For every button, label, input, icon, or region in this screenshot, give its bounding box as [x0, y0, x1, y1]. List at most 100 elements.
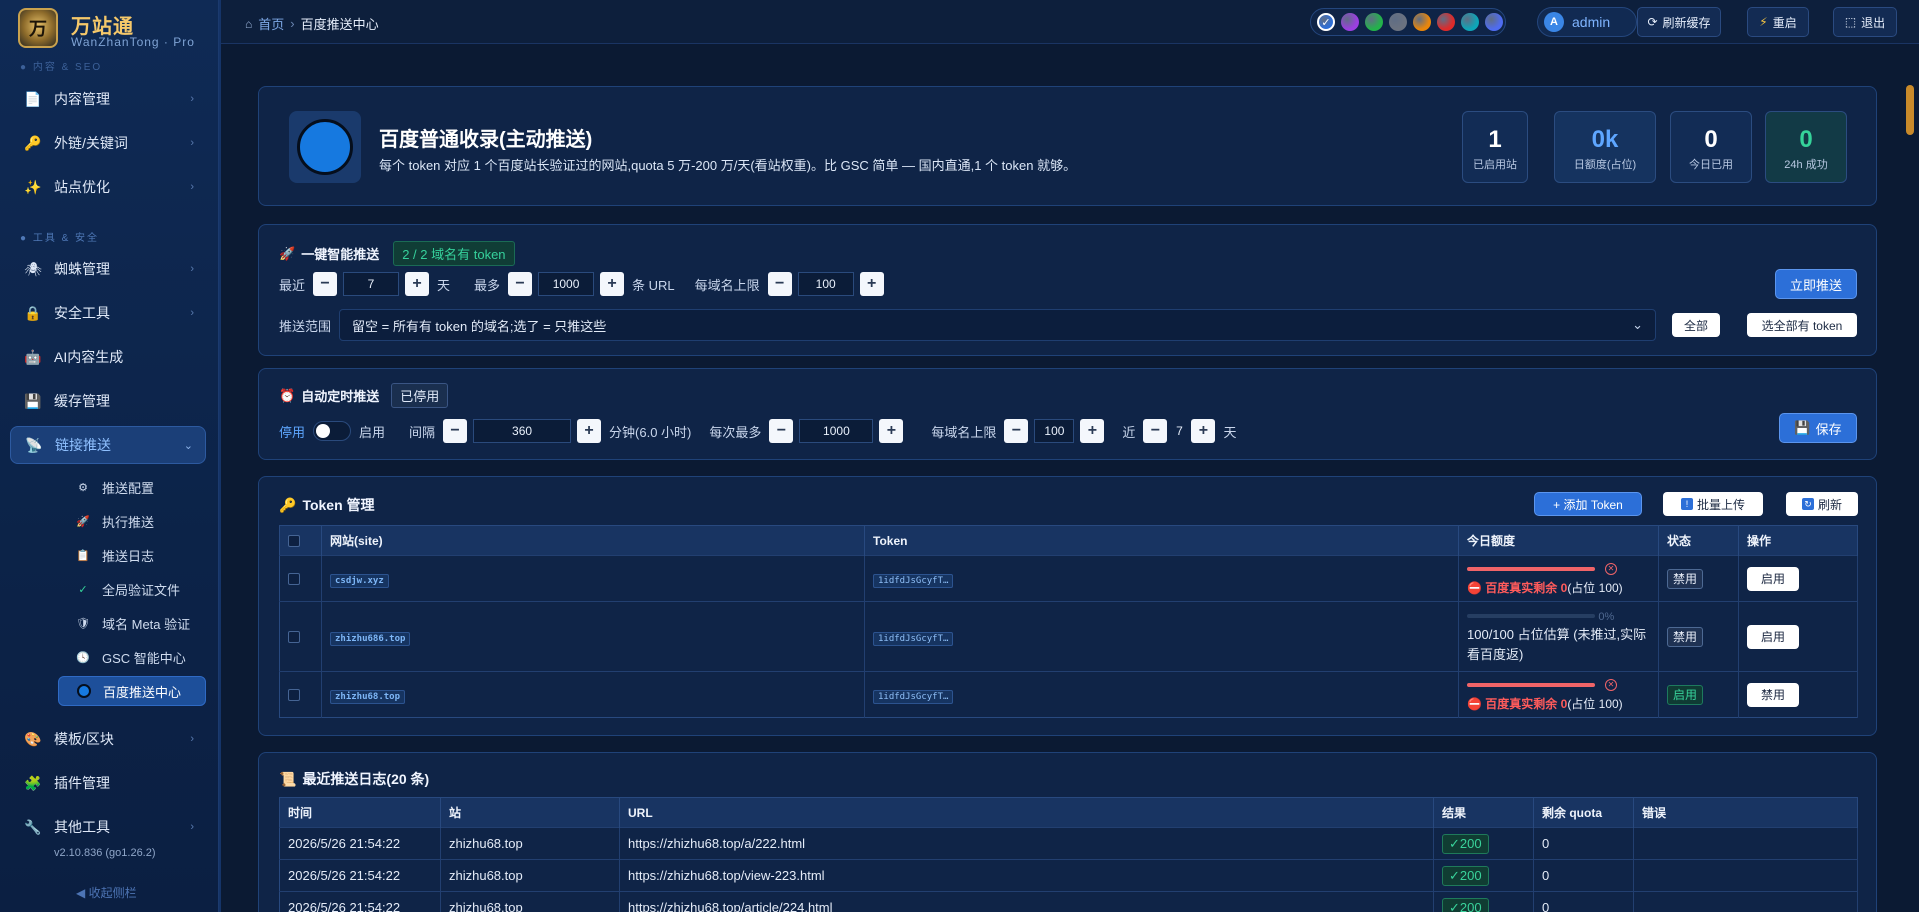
- error-circle-icon: ✕: [1605, 679, 1617, 692]
- row-select-cell: [279, 671, 322, 718]
- subitem-run-push[interactable]: 🚀 执行推送: [58, 506, 206, 536]
- sidebar-item-ai-content[interactable]: 🤖 AI内容生成: [10, 338, 206, 376]
- theme-swatch[interactable]: [1413, 13, 1431, 31]
- select-all-checkbox[interactable]: [288, 534, 300, 547]
- plus-button[interactable]: +: [879, 419, 904, 443]
- sidebar-item-other-tools[interactable]: 🔧 其他工具 ›: [10, 808, 206, 846]
- status-badge: 禁用: [1667, 627, 1704, 647]
- select-all-token-button[interactable]: 选全部有 token: [1747, 313, 1857, 337]
- minus-button[interactable]: −: [443, 419, 468, 443]
- theme-swatch[interactable]: [1437, 13, 1455, 31]
- push-now-button[interactable]: 立即推送: [1775, 269, 1857, 299]
- sidebar-item-templates[interactable]: 🎨 模板/区块 ›: [10, 720, 206, 758]
- sidebar-item-security[interactable]: 🔒 安全工具 ›: [10, 294, 206, 332]
- site-cell: zhizhu68.top: [440, 859, 620, 892]
- minus-button[interactable]: −: [1004, 419, 1029, 443]
- recent-days-value[interactable]: 7: [343, 272, 400, 296]
- auto-recent-stepper[interactable]: − 7 +: [1143, 419, 1216, 443]
- stat-label: 今日已用: [1689, 159, 1733, 171]
- max-urls-value[interactable]: 1000: [538, 272, 595, 296]
- sidebar-item-spider[interactable]: 🕷 蜘蛛管理 ›: [10, 250, 206, 288]
- plus-button[interactable]: +: [577, 419, 602, 443]
- enable-button[interactable]: 启用: [1747, 624, 1799, 649]
- collapse-sidebar-button[interactable]: ◀ 收起侧栏: [76, 884, 137, 901]
- refresh-label: 刷新: [1817, 497, 1842, 512]
- row-checkbox[interactable]: [288, 572, 300, 585]
- max-urls-stepper[interactable]: − 1000 +: [508, 272, 625, 296]
- interval-value[interactable]: 360: [473, 419, 572, 443]
- restart-button[interactable]: ⚡ 重启: [1747, 7, 1809, 37]
- subitem-push-config[interactable]: ⚙ 推送配置: [58, 472, 206, 502]
- subitem-baidu-center[interactable]: 百度推送中心: [58, 676, 206, 706]
- refresh-cache-button[interactable]: ⟳ 刷新缓存: [1637, 7, 1721, 37]
- plus-button[interactable]: +: [600, 272, 625, 296]
- subitem-push-log[interactable]: 📋 推送日志: [58, 540, 206, 570]
- row-checkbox[interactable]: [288, 688, 300, 701]
- row-checkbox[interactable]: [288, 630, 300, 643]
- subitem-label: 域名 Meta 验证: [102, 616, 191, 632]
- sidebar-item-cache[interactable]: 💾 缓存管理: [10, 382, 206, 420]
- minus-button[interactable]: −: [508, 272, 533, 296]
- interval-stepper[interactable]: − 360 +: [443, 419, 602, 443]
- table-row: zhizhu68.top 1idfdJsGcyfT… ✕ ⛔ 百度真实剩余 0(…: [279, 671, 1858, 718]
- stat-label: 24h 成功: [1784, 159, 1828, 171]
- stat-enabled-sites: 1 已启用站: [1462, 111, 1528, 183]
- each-max-stepper[interactable]: − 1000 +: [769, 419, 904, 443]
- theme-swatch[interactable]: [1365, 13, 1383, 31]
- scroll-icon: 📜: [279, 770, 297, 787]
- plus-button[interactable]: +: [859, 272, 884, 296]
- chevron-right-icon: ›: [190, 93, 194, 105]
- app-subtitle: WanZhanTong · Pro: [71, 35, 195, 49]
- subitem-gsc-center[interactable]: 🕓 GSC 智能中心: [58, 642, 206, 672]
- disable-button[interactable]: 禁用: [1747, 682, 1799, 707]
- scope-select[interactable]: 留空 = 所有有 token 的域名;选了 = 只推这些 ⌄: [339, 309, 1656, 341]
- per-domain-value[interactable]: 100: [797, 272, 854, 296]
- sidebar-item-content[interactable]: 📄 内容管理 ›: [10, 80, 206, 118]
- theme-swatch[interactable]: [1341, 13, 1359, 31]
- auto-per-domain-stepper[interactable]: − 100 +: [1004, 419, 1105, 443]
- plus-button[interactable]: +: [1080, 419, 1105, 443]
- enable-button[interactable]: 启用: [1747, 566, 1799, 591]
- max-label: 最多: [474, 277, 501, 293]
- result-badge: ✓200: [1442, 897, 1489, 912]
- save-button[interactable]: 💾 保存: [1779, 413, 1857, 443]
- logo-char: 万: [29, 19, 47, 40]
- puzzle-icon: 🧩: [24, 774, 42, 791]
- minus-button[interactable]: −: [313, 272, 338, 296]
- bulk-upload-button[interactable]: ! 批量上传: [1663, 492, 1763, 516]
- document-icon: 📄: [24, 90, 42, 107]
- refresh-tokens-button[interactable]: ↻ 刷新: [1786, 492, 1858, 516]
- sidebar-item-plugins[interactable]: 🧩 插件管理: [10, 764, 206, 802]
- each-max-value[interactable]: 1000: [799, 419, 874, 443]
- minus-button[interactable]: −: [1143, 419, 1168, 443]
- auto-per-domain-value[interactable]: 100: [1034, 419, 1075, 443]
- theme-swatch[interactable]: ✓: [1317, 13, 1335, 31]
- breadcrumb-home[interactable]: 首页: [258, 14, 284, 33]
- theme-swatch[interactable]: [1485, 13, 1503, 31]
- plus-button[interactable]: +: [1191, 419, 1216, 443]
- col-quota: 剩余 quota: [1533, 797, 1634, 828]
- sidebar-item-link-push[interactable]: 📡 链接推送 ⌄: [10, 426, 206, 464]
- add-token-button[interactable]: + 添加 Token: [1534, 492, 1642, 516]
- sidebar-item-links-keywords[interactable]: 🔑 外链/关键词 ›: [10, 124, 206, 162]
- recent-days-stepper[interactable]: − 7 +: [313, 272, 430, 296]
- theme-swatch[interactable]: [1461, 13, 1479, 31]
- per-domain-stepper[interactable]: − 100 +: [767, 272, 884, 296]
- user-menu-button[interactable]: A admin: [1537, 7, 1637, 37]
- minus-button[interactable]: −: [767, 272, 792, 296]
- logout-button[interactable]: ⬚ 退出: [1833, 7, 1897, 37]
- plus-button[interactable]: +: [405, 272, 430, 296]
- time-cell: 2026/5/26 21:54:22: [279, 891, 441, 912]
- auto-push-toggle[interactable]: [313, 421, 352, 441]
- auto-recent-value[interactable]: 7: [1170, 419, 1188, 443]
- subitem-global-verify[interactable]: ✓ 全局验证文件: [58, 574, 206, 604]
- stat-label: 已启用站: [1473, 159, 1517, 171]
- on-label: 启用: [359, 424, 386, 440]
- subitem-meta-verify[interactable]: 🛡 域名 Meta 验证: [58, 608, 206, 638]
- all-domains-button[interactable]: 全部: [1672, 313, 1720, 337]
- sidebar-item-label: 蜘蛛管理: [54, 261, 110, 277]
- scrollbar-thumb[interactable]: [1906, 85, 1914, 135]
- sidebar-item-site-optimize[interactable]: ✨ 站点优化 ›: [10, 168, 206, 206]
- minus-button[interactable]: −: [769, 419, 794, 443]
- theme-swatch[interactable]: [1389, 13, 1407, 31]
